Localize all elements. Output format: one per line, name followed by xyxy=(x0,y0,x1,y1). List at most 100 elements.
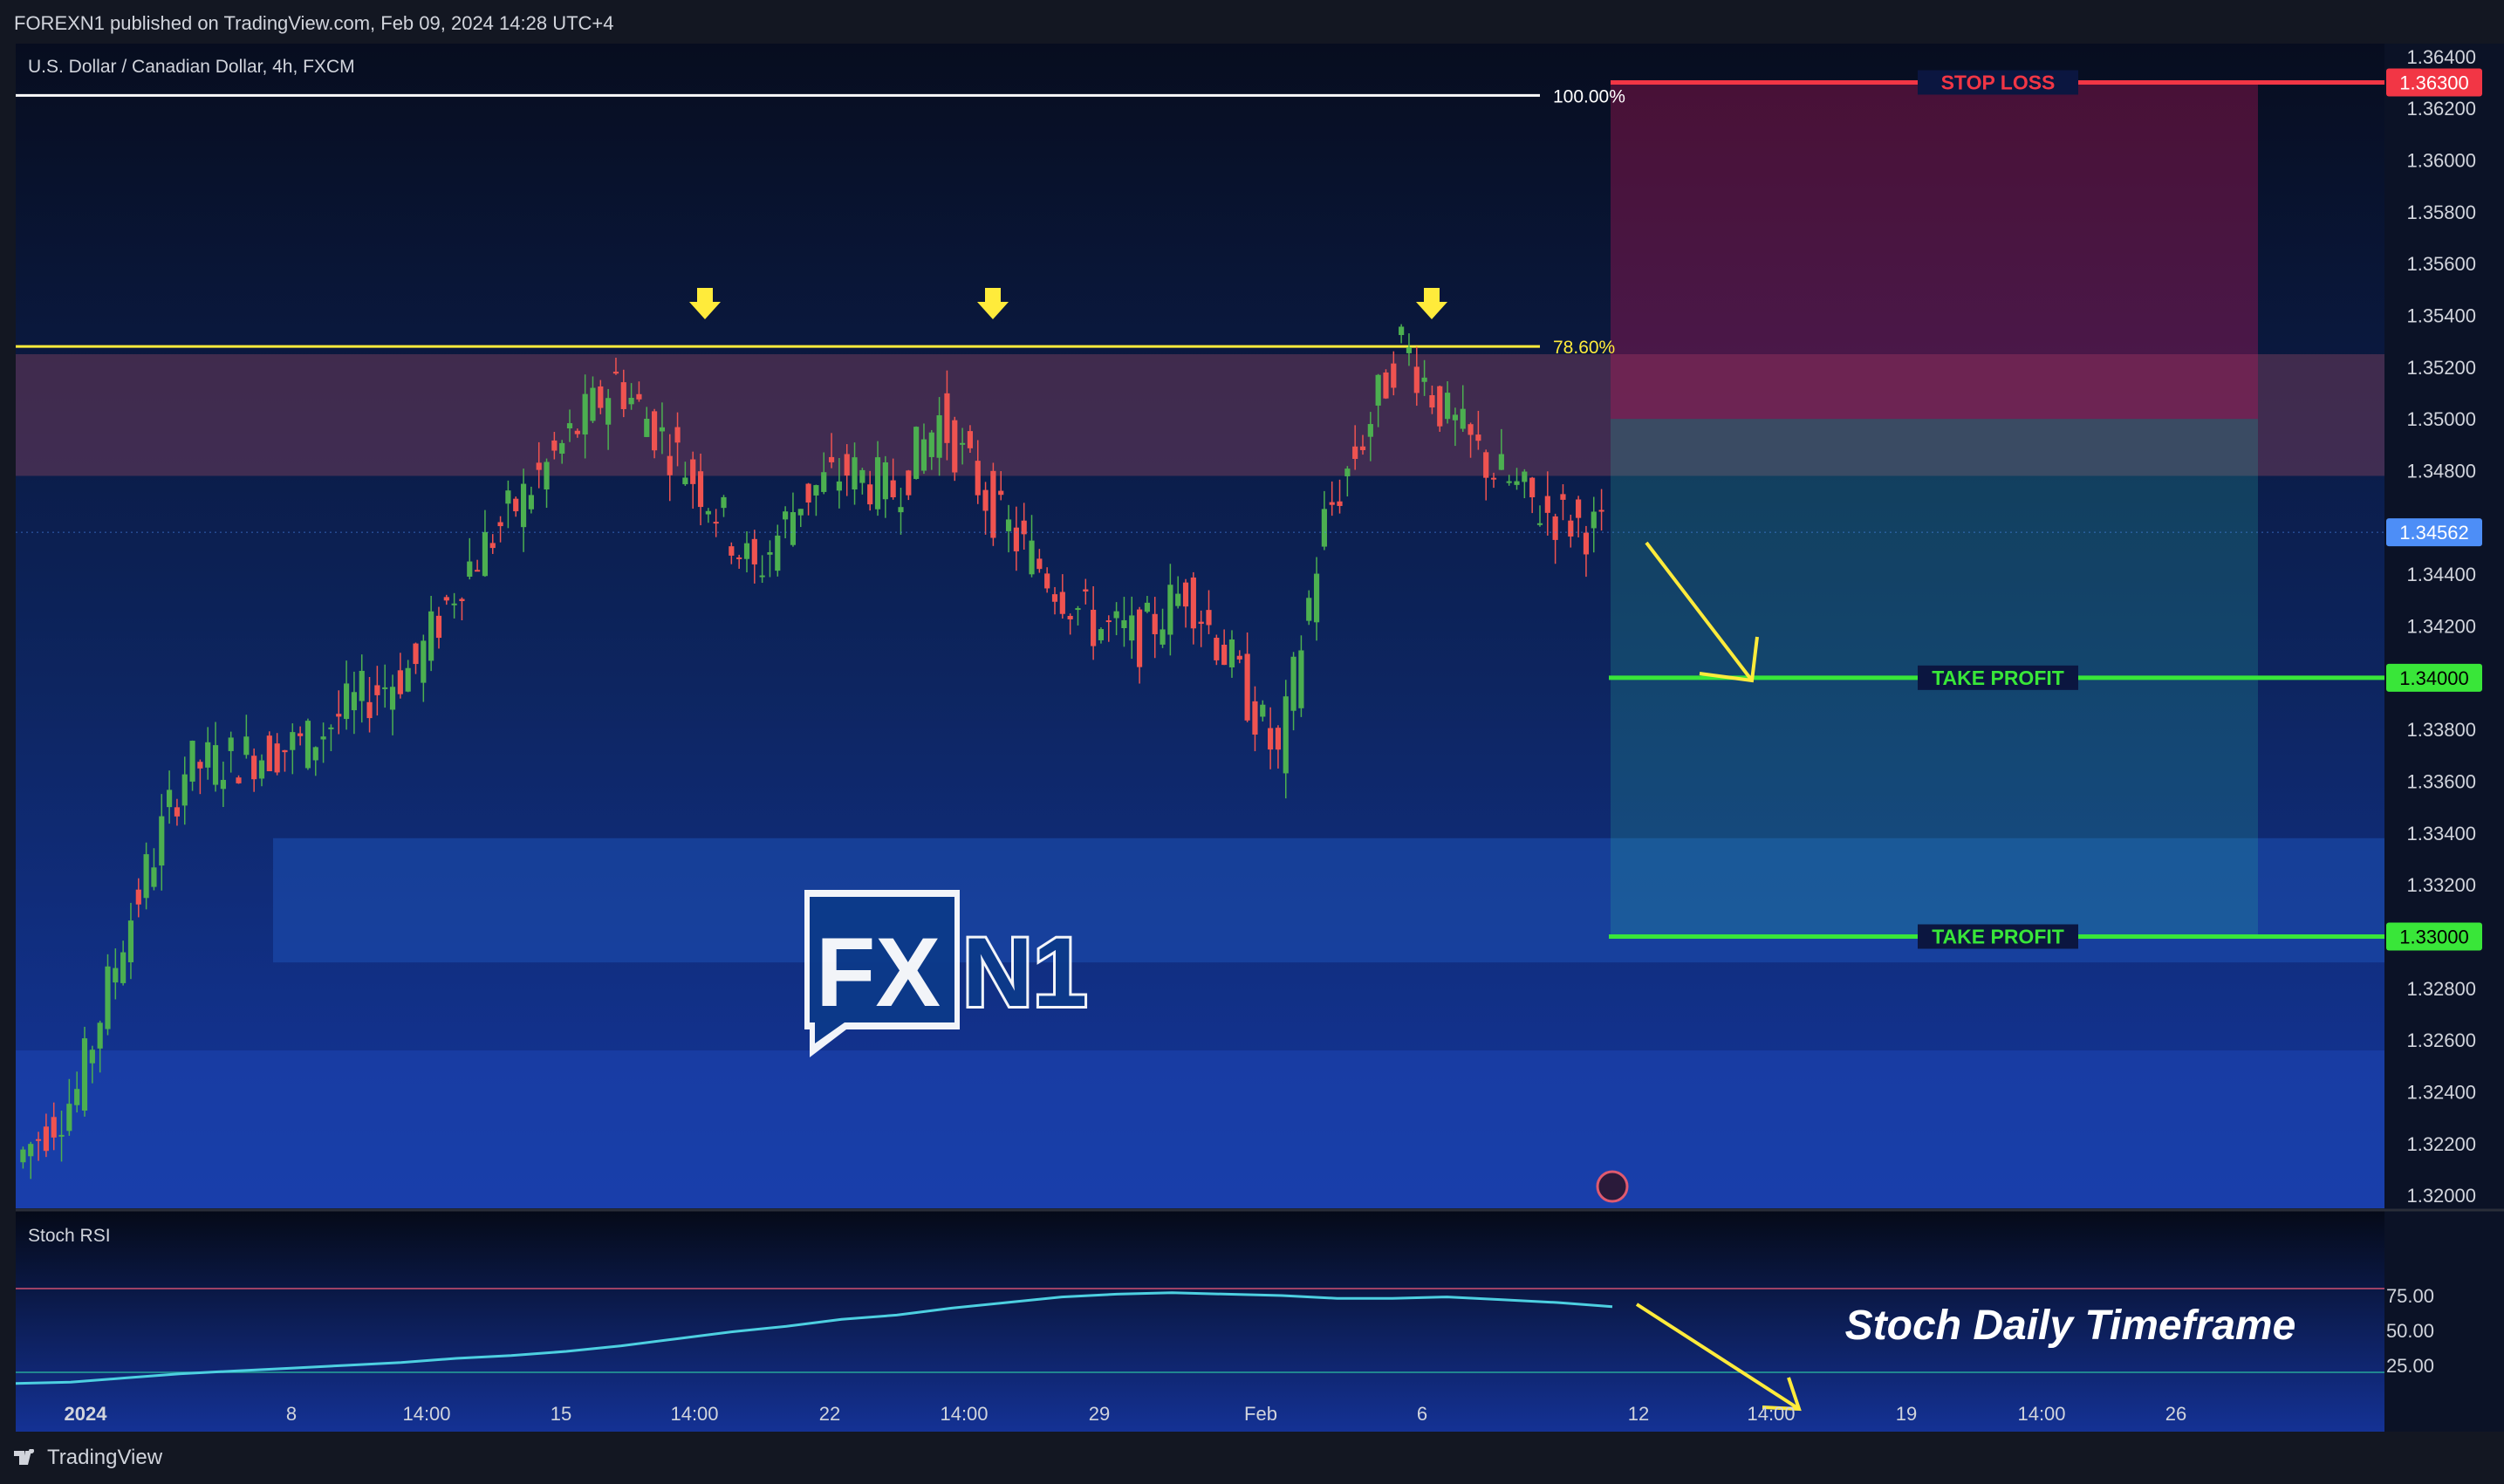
candle-body xyxy=(1091,609,1097,646)
candle-body xyxy=(1313,573,1320,623)
candle-body xyxy=(413,643,419,665)
candle-body xyxy=(1421,377,1427,382)
candle-body xyxy=(743,543,750,559)
candle-body xyxy=(636,393,642,400)
take-profit-label-2: TAKE PROFIT xyxy=(1932,926,2064,948)
candle-body xyxy=(551,440,558,451)
candle-body xyxy=(351,692,357,711)
price-axis-tick: 1.34800 xyxy=(2406,461,2476,482)
publish-header: FOREXN1 published on TradingView.com, Fe… xyxy=(0,0,2504,44)
candle-body xyxy=(1198,621,1204,625)
current-price-badge: 1.34562 xyxy=(2399,522,2469,544)
price-axis-tick: 1.33600 xyxy=(2406,771,2476,793)
candle-body xyxy=(282,749,288,753)
candle-body xyxy=(721,496,727,509)
candle-body xyxy=(212,745,219,785)
candle-body xyxy=(1460,408,1466,429)
candle-body xyxy=(374,685,380,695)
candle-body xyxy=(1321,509,1327,547)
candle-body xyxy=(1083,589,1089,592)
candle-body xyxy=(336,714,342,717)
candle-body xyxy=(1175,593,1181,606)
candle-body xyxy=(475,570,481,572)
candle-body xyxy=(1544,496,1550,513)
take-profit-price-badge-2: 1.33000 xyxy=(2399,927,2469,948)
stoch-axis-tick: 50.00 xyxy=(2386,1320,2434,1342)
candle-body xyxy=(1399,326,1405,336)
candle-body xyxy=(605,398,612,425)
candle-body xyxy=(1236,655,1242,660)
candle-body xyxy=(713,522,719,524)
time-axis-tick: 14:00 xyxy=(2017,1403,2065,1425)
candle-body xyxy=(74,1089,80,1105)
stop-loss-price-badge: 1.36300 xyxy=(2399,72,2469,94)
chart-canvas[interactable]: 100.00% 78.60% STOP LOSS TAKE PROFIT TAKE PR… xyxy=(0,44,2504,1432)
candle-body xyxy=(1221,644,1228,666)
candle-body xyxy=(759,575,765,578)
candle-body xyxy=(913,427,920,479)
candle-body xyxy=(1252,701,1258,735)
candle-body xyxy=(459,598,465,602)
lightning-icon xyxy=(1596,1170,1629,1203)
candle-body xyxy=(805,483,811,503)
candle-body xyxy=(312,747,318,761)
candle xyxy=(913,426,920,480)
candle-body xyxy=(936,415,942,458)
candle-body xyxy=(1167,585,1173,635)
footer-bar: TradingView xyxy=(0,1432,2504,1484)
price-axis-tick: 1.32000 xyxy=(2406,1185,2476,1207)
candle-body xyxy=(1359,446,1366,450)
tradingview-logo[interactable]: TradingView xyxy=(14,1446,162,1470)
candle-body xyxy=(528,495,534,509)
take-profit-price-badge-1: 1.34000 xyxy=(2399,667,2469,689)
candle-body xyxy=(443,597,449,601)
fib-label-0: 100.00% xyxy=(1553,86,1625,106)
candle-body xyxy=(1121,619,1127,628)
candle-body xyxy=(582,393,588,435)
candle-body xyxy=(1598,509,1604,512)
candle-body xyxy=(1136,609,1143,667)
candle-body xyxy=(590,387,596,421)
candle-body xyxy=(120,952,127,983)
candle-body xyxy=(844,454,850,476)
lower-zone xyxy=(16,1050,2384,1208)
candle-body xyxy=(920,439,927,471)
candle-body xyxy=(1367,424,1373,437)
candle-body xyxy=(628,397,634,405)
candle-body xyxy=(435,615,442,639)
candle-body xyxy=(1098,629,1105,640)
candle-body xyxy=(998,490,1004,496)
candle-body xyxy=(697,471,704,508)
candle-body xyxy=(359,670,365,701)
price-axis-tick: 1.36000 xyxy=(2406,150,2476,172)
price-axis-tick: 1.35400 xyxy=(2406,305,2476,327)
candle-body xyxy=(1113,611,1119,619)
candle-body xyxy=(451,603,457,605)
time-axis-tick: 12 xyxy=(1628,1403,1649,1425)
candle-body xyxy=(421,640,427,683)
candle-body xyxy=(1029,540,1035,575)
candle-body xyxy=(1268,728,1274,750)
price-axis-tick: 1.32400 xyxy=(2406,1082,2476,1104)
candle-body xyxy=(1483,452,1489,478)
candle-body xyxy=(967,431,974,448)
candle-body xyxy=(813,485,819,496)
candle-body xyxy=(1514,481,1520,485)
candle-body xyxy=(1536,523,1543,525)
candle-body xyxy=(35,1139,42,1141)
time-axis-tick: 6 xyxy=(1417,1403,1427,1425)
candle-body xyxy=(882,462,888,500)
candle-body xyxy=(612,372,619,374)
price-axis-tick: 1.34400 xyxy=(2406,564,2476,585)
candle-body xyxy=(536,462,542,470)
price-axis-tick: 1.33400 xyxy=(2406,823,2476,845)
candle-body xyxy=(497,522,503,527)
candle-body xyxy=(389,687,396,710)
candle-body xyxy=(343,683,350,720)
candle-body xyxy=(1444,393,1451,420)
candle-body xyxy=(1490,477,1497,480)
price-axis-tick: 1.36200 xyxy=(2406,98,2476,120)
stoch-annotation: Stoch Daily Timeframe xyxy=(1845,1303,2296,1349)
candle-body xyxy=(644,419,650,437)
time-axis-tick: 8 xyxy=(286,1403,297,1425)
